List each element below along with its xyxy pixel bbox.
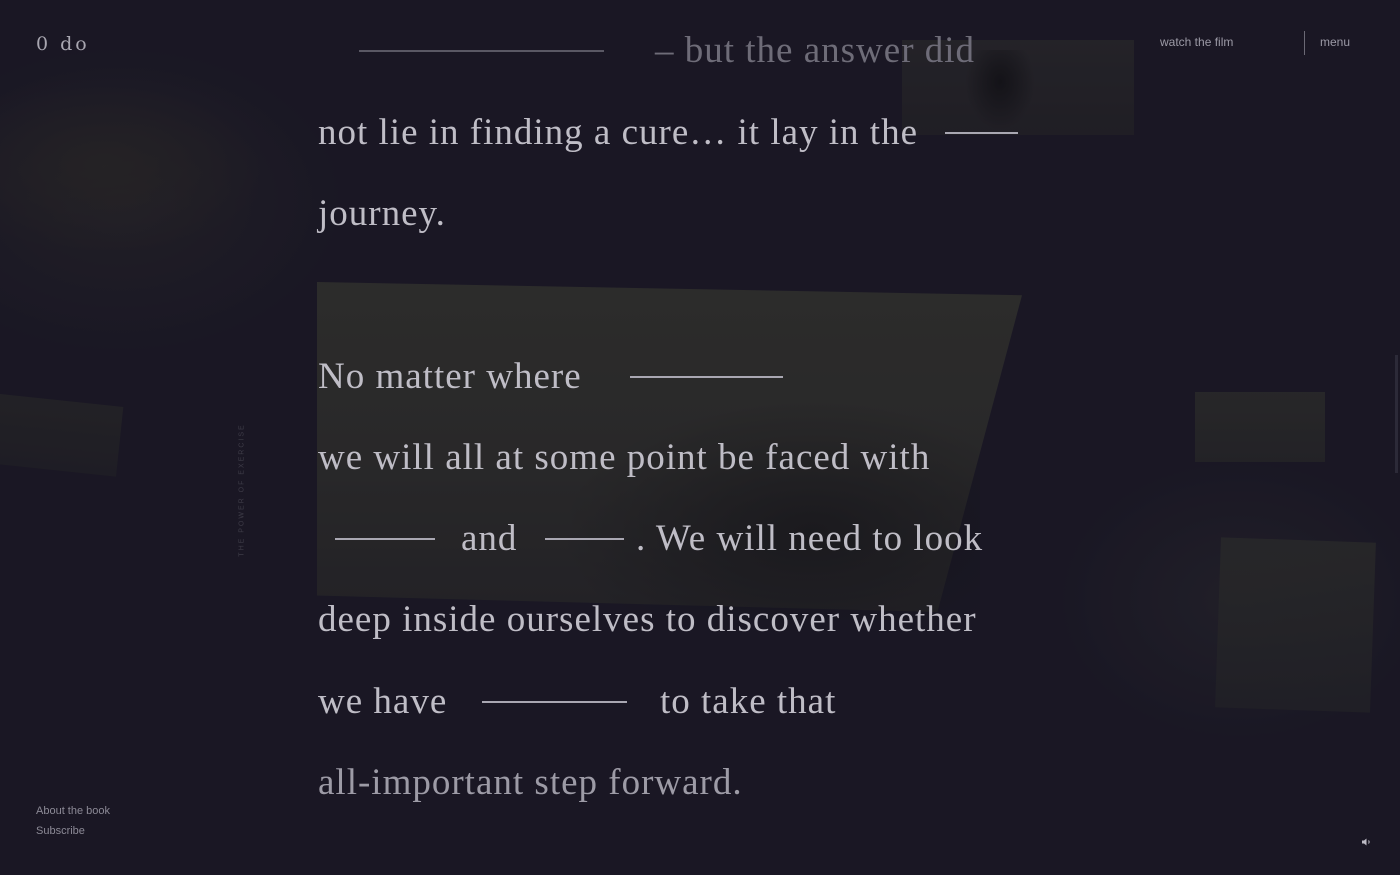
speaker-icon	[1362, 838, 1370, 846]
passage-line: . We will need to look	[636, 518, 984, 559]
speaker-icon[interactable]	[1362, 838, 1372, 849]
word-blank[interactable]	[945, 132, 1018, 134]
page-stage: 0 do watch the film menu THE POWER OF EX…	[0, 0, 1400, 875]
passage-line: and	[461, 518, 518, 559]
scroll-indicator[interactable]	[1395, 355, 1398, 473]
passage-line: not lie in finding a cure… it lay in the	[318, 112, 919, 153]
word-blank[interactable]	[482, 701, 627, 703]
passage-line: journey.	[318, 193, 446, 234]
passage-line: all-important step forward.	[318, 762, 743, 803]
passage-line: No matter where	[318, 356, 582, 397]
passage-line: deep inside ourselves to discover whethe…	[318, 599, 977, 640]
subscribe-link[interactable]: Subscribe	[36, 825, 85, 837]
passage-line: we have	[318, 681, 448, 722]
word-blank[interactable]	[359, 50, 604, 52]
word-blank[interactable]	[335, 538, 435, 540]
about-book-link[interactable]: About the book	[36, 805, 110, 817]
word-blank[interactable]	[545, 538, 624, 540]
passage-line: to take that	[660, 681, 837, 722]
passage-line: – but the answer did	[655, 30, 976, 71]
passage-line: we will all at some point be faced with	[318, 437, 931, 478]
story-passage: – but the answer did not lie in finding …	[0, 0, 1400, 875]
word-blank[interactable]	[630, 376, 783, 378]
